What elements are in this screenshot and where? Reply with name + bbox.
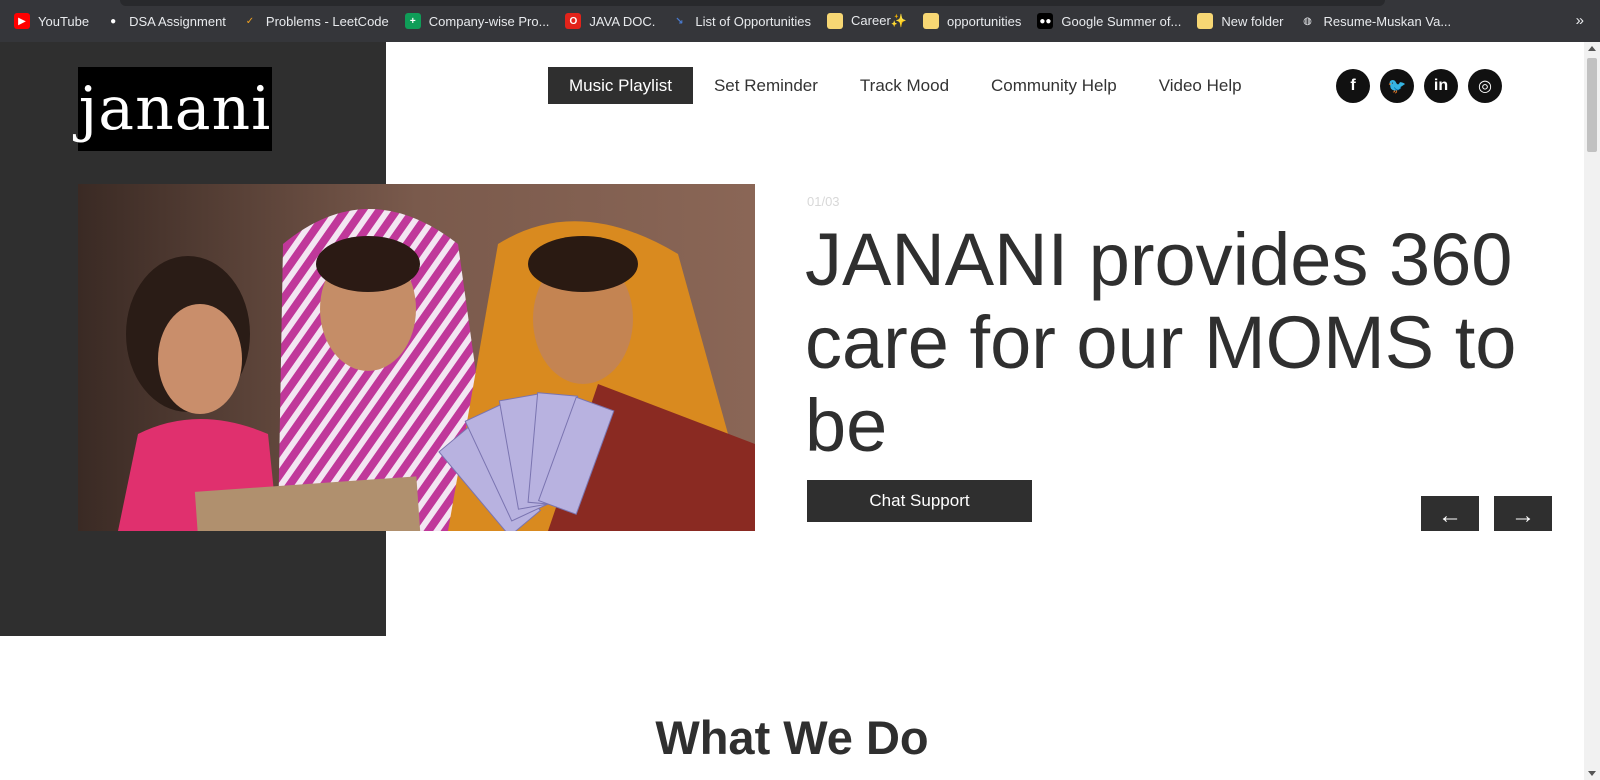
hero-photo-illustration — [78, 184, 755, 531]
bookmark-item[interactable]: ↘ List of Opportunities — [671, 0, 811, 42]
page-scrollbar[interactable] — [1584, 42, 1600, 780]
section-title-what-we-do: What We Do — [655, 711, 929, 764]
scroll-thumb[interactable] — [1587, 58, 1597, 152]
bookmark-label: Google Summer of... — [1061, 13, 1182, 29]
bookmark-item[interactable]: Career✨ — [827, 0, 907, 42]
link-icon: ↘ — [675, 15, 684, 27]
bookmark-item[interactable]: + Company-wise Pro... — [404, 0, 550, 42]
bookmark-item[interactable]: O JAVA DOC. — [565, 0, 655, 42]
sheets-icon: + — [404, 13, 421, 29]
nav-item-community-help[interactable]: Community Help — [970, 67, 1138, 104]
facebook-icon[interactable]: f — [1336, 69, 1370, 103]
hero-image — [78, 184, 755, 531]
bookmark-item[interactable]: ●● Google Summer of... — [1037, 0, 1181, 42]
bookmarks-overflow-button[interactable]: » — [1576, 12, 1584, 29]
arrow-right-icon: → — [1511, 502, 1535, 529]
bookmark-item[interactable]: ▶ YouTube — [14, 0, 89, 42]
globe-icon: ◍ — [1303, 15, 1312, 27]
tab-strip-edge — [120, 0, 1385, 6]
page: janani Music Playlist Set Reminder Track M… — [0, 42, 1584, 780]
nav-item-set-reminder[interactable]: Set Reminder — [693, 67, 839, 104]
bookmark-item[interactable]: New folder — [1197, 0, 1284, 42]
janani-logo[interactable]: janani — [78, 67, 272, 151]
bookmark-label: YouTube — [38, 13, 90, 29]
github-icon: ● — [110, 15, 117, 27]
bookmark-label: Resume-Muskan Va... — [1323, 13, 1452, 29]
bookmark-item[interactable]: ● DSA Assignment — [105, 0, 226, 42]
folder-icon — [922, 13, 939, 29]
social-links: f 🐦 in ◎ — [1336, 69, 1512, 103]
slide-next-button[interactable]: → — [1494, 496, 1552, 531]
medium-icon: ●● — [1037, 13, 1054, 29]
oracle-icon: O — [565, 13, 582, 29]
bookmark-item[interactable]: opportunities — [922, 0, 1022, 42]
bookmark-label: DSA Assignment — [129, 13, 226, 29]
bookmark-label: Career✨ — [851, 13, 907, 28]
instagram-icon[interactable]: ◎ — [1468, 69, 1502, 103]
slide-prev-button[interactable]: ← — [1421, 496, 1479, 531]
logo-text: janani — [78, 74, 272, 144]
bookmark-item[interactable]: ✓ Problems - LeetCode — [242, 0, 389, 42]
twitter-icon[interactable]: 🐦 — [1380, 69, 1414, 103]
nav-item-video-help[interactable]: Video Help — [1138, 67, 1263, 104]
bookmark-label: Problems - LeetCode — [265, 13, 389, 29]
bookmarks-bar: ▶ YouTube ● DSA Assignment ✓ Problems - LeetC… — [0, 0, 1600, 42]
leetcode-icon: ✓ — [245, 15, 255, 27]
bookmark-list: ▶ YouTube ● DSA Assignment ✓ Problems - LeetC… — [14, 0, 1467, 42]
scroll-down-arrow-icon[interactable] — [1588, 771, 1596, 776]
bookmark-item[interactable]: ◍ Resume-Muskan Va... — [1300, 0, 1452, 42]
linkedin-icon[interactable]: in — [1424, 69, 1458, 103]
bookmark-label: Company-wise Pro... — [428, 13, 550, 29]
scroll-up-arrow-icon[interactable] — [1588, 46, 1596, 51]
folder-icon — [1197, 13, 1214, 29]
arrow-left-icon: ← — [1438, 502, 1462, 529]
bookmark-label: JAVA DOC. — [589, 13, 656, 29]
hero-headline: JANANI provides 360 care for our MOMS to… — [805, 218, 1517, 467]
bookmark-label: List of Opportunities — [695, 13, 812, 29]
youtube-icon: ▶ — [14, 13, 30, 29]
bookmark-label: opportunities — [946, 13, 1022, 29]
main-nav: Music Playlist Set Reminder Track Mood Comm… — [548, 67, 1263, 104]
nav-item-track-mood[interactable]: Track Mood — [839, 67, 970, 104]
folder-icon — [827, 13, 844, 29]
bookmark-label: New folder — [1221, 13, 1284, 29]
slide-counter: 01/03 — [807, 194, 840, 209]
chat-support-button[interactable]: Chat Support — [807, 480, 1032, 522]
nav-item-music-playlist[interactable]: Music Playlist — [548, 67, 693, 104]
